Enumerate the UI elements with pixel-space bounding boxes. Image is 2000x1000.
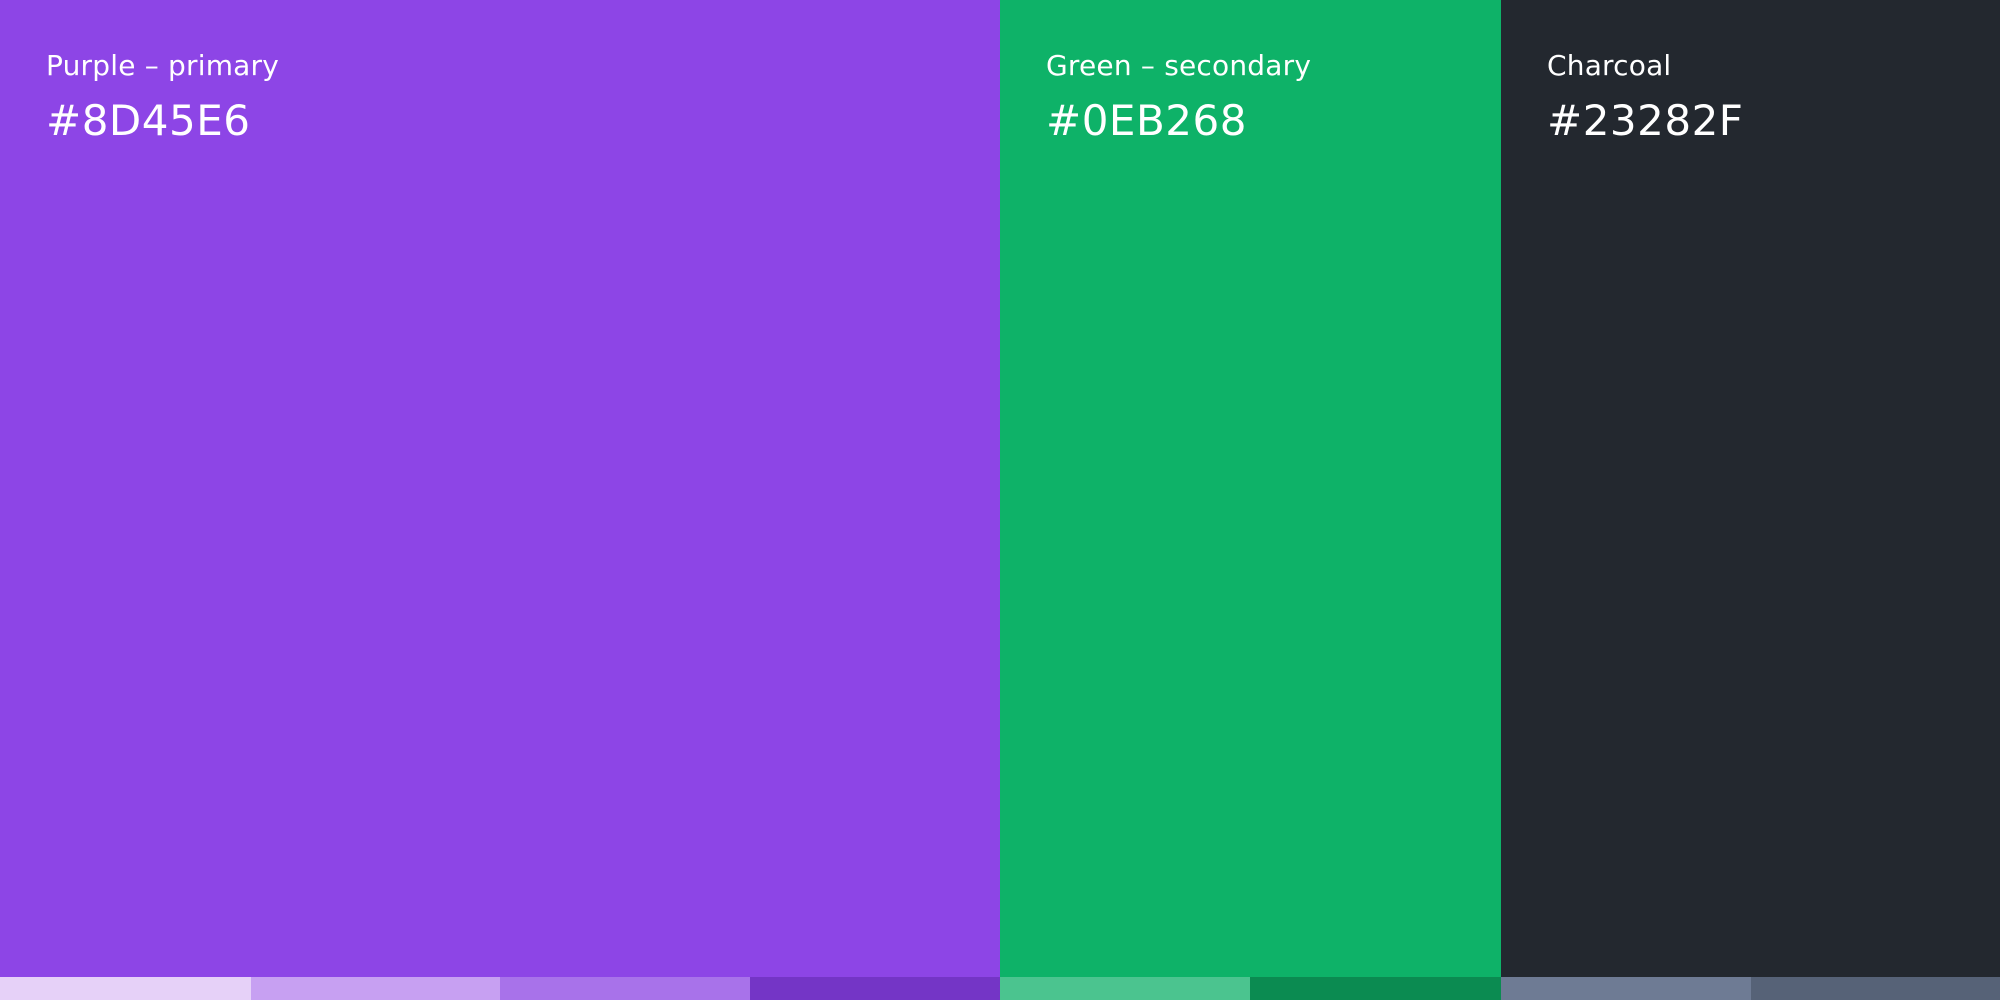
- tint-green-700: [1250, 977, 1501, 1000]
- tint-purple-300: [251, 977, 500, 1000]
- swatch-hex-code: #0EB268: [1046, 96, 1247, 145]
- swatch-hex-code: #8D45E6: [46, 96, 251, 145]
- color-palette: Purple – primary #8D45E6 Green – seconda…: [0, 0, 2000, 1000]
- tint-purple-100: [0, 977, 251, 1000]
- tint-green-300: [1000, 977, 1250, 1000]
- tint-charcoal-300: [1501, 977, 1751, 1000]
- swatch-label: Charcoal: [1547, 49, 1672, 82]
- tint-strip: [0, 977, 2000, 1000]
- tint-purple-700: [750, 977, 1000, 1000]
- tint-charcoal-500: [1751, 977, 2000, 1000]
- swatch-label: Purple – primary: [46, 49, 280, 82]
- swatch-purple-primary: Purple – primary #8D45E6: [0, 0, 1000, 977]
- swatch-green-secondary: Green – secondary #0EB268: [1000, 0, 1501, 977]
- swatch-charcoal: Charcoal #23282F: [1501, 0, 2000, 977]
- swatch-hex-code: #23282F: [1547, 96, 1744, 145]
- swatch-label: Green – secondary: [1046, 49, 1312, 82]
- tint-purple-400: [500, 977, 750, 1000]
